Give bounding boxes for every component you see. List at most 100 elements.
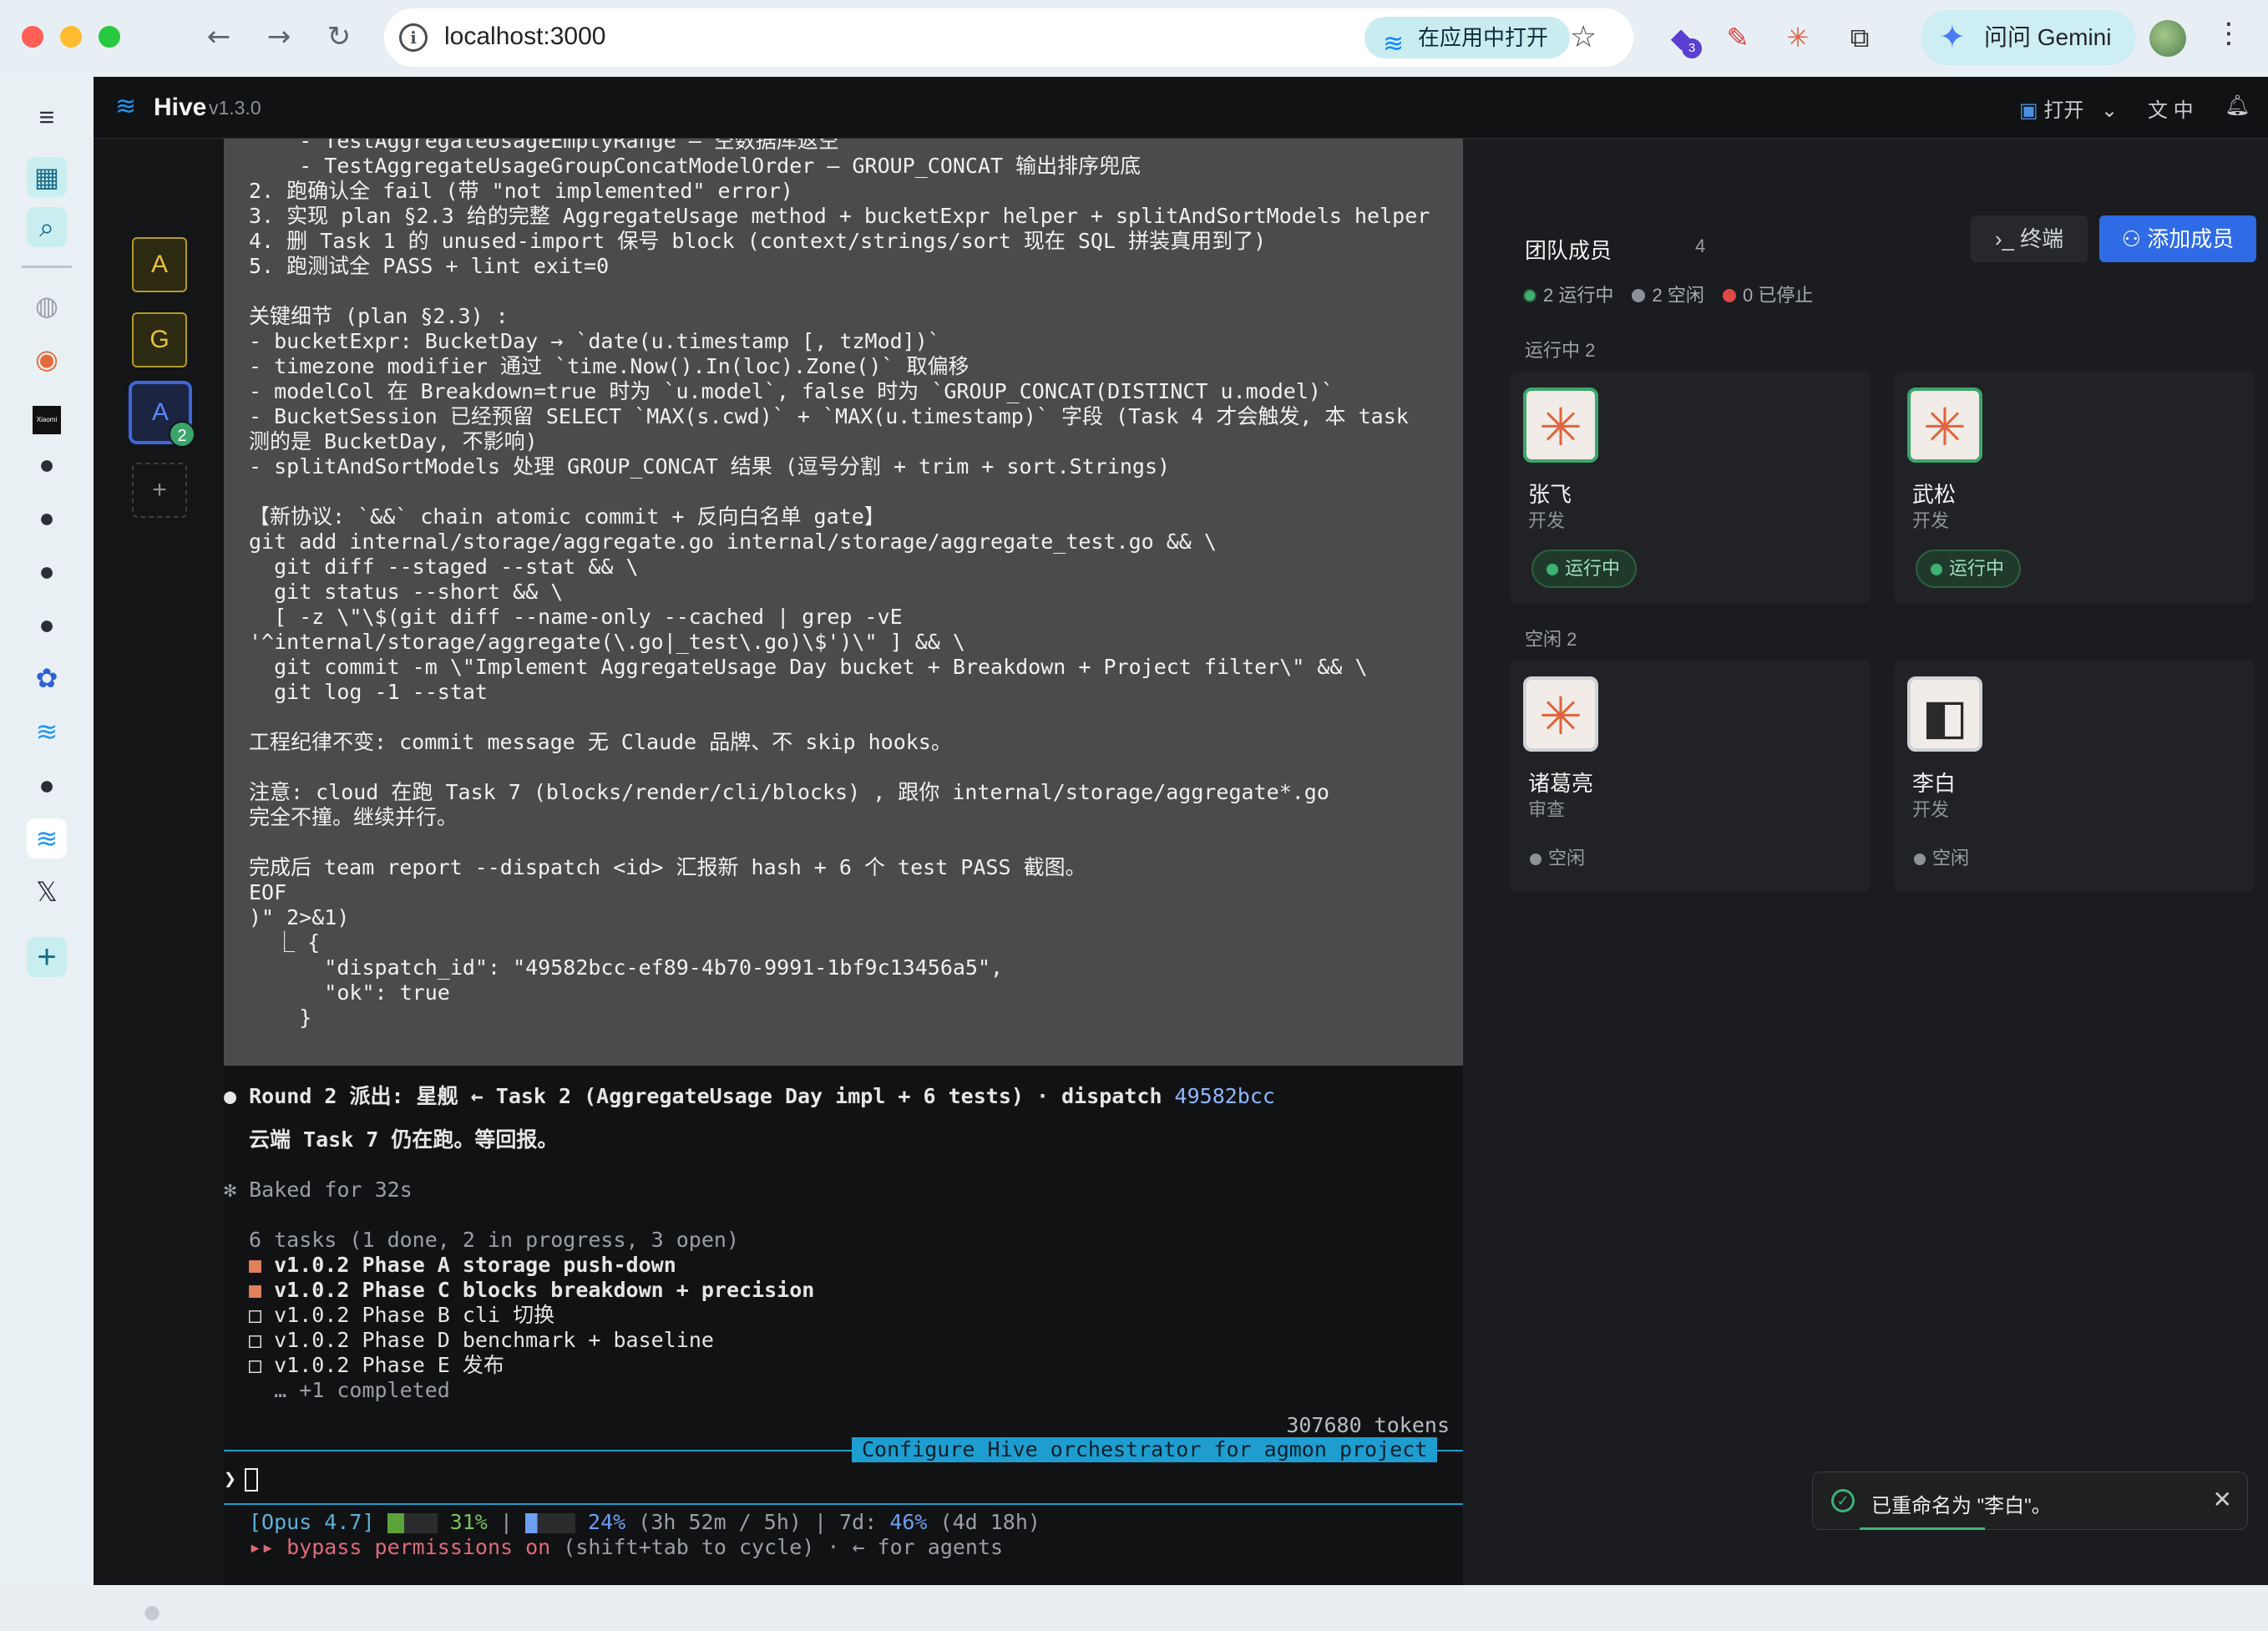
open-in-app-button[interactable]: ≋ 在应用中打开 xyxy=(1364,17,1571,58)
bell-icon[interactable]: 🔔︎ xyxy=(2225,94,2250,118)
usage-status-line: [Opus 4.7] 31% | 24% (3h 52m / 5h) | 7d:… xyxy=(249,1510,1040,1534)
github-tab-icon[interactable]: ● xyxy=(27,605,67,645)
xiaomi-tab-icon[interactable]: Xiaomi xyxy=(27,393,67,434)
chevron-down-icon: ⌄ xyxy=(2101,99,2119,122)
minimize-window-button[interactable] xyxy=(60,26,82,48)
add-workspace-button[interactable]: + xyxy=(132,463,187,518)
github-icon[interactable]: ● xyxy=(142,1593,162,1631)
claude-burst-icon: ✳ xyxy=(1523,387,1598,463)
reload-icon[interactable]: ↻ xyxy=(321,18,357,55)
codex-square-icon: ◧ xyxy=(1907,676,1982,752)
toast-message: 已重命名为 "李白"。 xyxy=(1871,1495,2052,1517)
forward-icon[interactable]: → xyxy=(261,18,297,55)
rename-toast: ✓ 已重命名为 "李白"。 ✕ xyxy=(1812,1471,2248,1530)
tab-search-icon[interactable]: ⌕ xyxy=(27,207,67,247)
site-info-icon[interactable]: i xyxy=(399,23,428,52)
github-tab-icon[interactable]: ● xyxy=(27,444,67,484)
task-item: □ v1.0.2 Phase D benchmark + baseline xyxy=(249,1328,714,1352)
extension-icon[interactable]: ◆ 3 xyxy=(1662,18,1702,58)
workspace-badge: 2 xyxy=(169,421,195,448)
ask-gemini-button[interactable]: ✦ 问问 Gemini xyxy=(1921,10,2136,65)
member-role: 开发 xyxy=(1912,799,1950,820)
member-card[interactable]: ✳ 武松 开发 运行中 xyxy=(1894,371,2255,603)
profile-avatar[interactable] xyxy=(2149,20,2186,57)
dispatch-hash: 49582bcc xyxy=(1174,1084,1275,1108)
terminal-button[interactable]: ›_ 终端 xyxy=(1971,215,2088,262)
gemini-spark-icon: ✦ xyxy=(1939,20,1966,55)
hive-tab-icon[interactable]: ≋ xyxy=(27,712,67,752)
close-toast-icon[interactable]: ✕ xyxy=(2213,1486,2232,1513)
add-user-icon: ⚇ xyxy=(2121,226,2142,251)
bookmark-star-icon[interactable]: ☆ xyxy=(1570,19,1597,54)
status-badge: 空闲 xyxy=(1914,843,1969,870)
token-count: 307680 tokens xyxy=(1286,1413,1450,1437)
workspace-sidebar: A G A2 + ● xyxy=(94,139,224,1630)
terminal[interactable]: - TestAggregateUsageEmptyRange — 空数据库返空 … xyxy=(224,139,1463,1585)
status-badge: 运行中 xyxy=(1531,550,1638,588)
status-summary: 2 运行中 2 空闲 0 已停止 xyxy=(1523,281,1813,307)
language-label: 中 xyxy=(2173,99,2194,122)
globe-tab-icon[interactable]: ◍ xyxy=(27,286,67,326)
claude-extension-icon[interactable]: ✳ xyxy=(1779,18,1817,57)
browser-toolbar: ← → ↻ i localhost:3000 ≋ 在应用中打开 ☆ ◆ 3 ✎ ✳… xyxy=(0,0,2268,77)
github-tab-icon[interactable]: ● xyxy=(27,765,67,805)
stopped-stat: 0 已停止 xyxy=(1722,285,1813,306)
workspace-letter: A xyxy=(151,398,169,426)
open-button[interactable]: ▣ 打开 ⌄ xyxy=(2019,94,2118,123)
member-card[interactable]: ✳ 诸葛亮 审查 空闲 xyxy=(1510,660,1871,892)
url-text[interactable]: localhost:3000 xyxy=(444,23,605,51)
round-line: ● Round 2 派出: 星舰 ← Task 2 (AggregateUsag… xyxy=(224,1084,1275,1108)
hive-active-tab-icon[interactable]: ≋ xyxy=(27,818,67,859)
running-stat: 2 运行中 xyxy=(1523,285,1613,306)
session-usage-bar xyxy=(524,1513,575,1533)
rail-divider xyxy=(22,266,72,268)
language-toggle[interactable]: 文 中 xyxy=(2148,94,2194,123)
workspace-letter: G xyxy=(149,326,170,353)
baked-line: ✻ Baked for 32s xyxy=(224,1178,413,1202)
task-item: ■ v1.0.2 Phase A storage push-down xyxy=(249,1253,676,1277)
workspace-a[interactable]: A xyxy=(132,237,187,292)
prompt-divider xyxy=(224,1503,1463,1505)
cloud-line: 云端 Task 7 仍在跑。等回报。 xyxy=(249,1127,559,1152)
add-member-button[interactable]: ⚇ 添加成员 xyxy=(2099,215,2256,262)
extensions-puzzle-icon[interactable]: ⧉ xyxy=(1840,18,1879,57)
member-name: 诸葛亮 xyxy=(1528,771,1594,796)
tab-groups-icon[interactable]: ▦ xyxy=(27,157,67,197)
back-icon[interactable]: ← xyxy=(200,18,237,55)
collapse-sidebar-icon[interactable]: ≡ xyxy=(27,97,67,137)
running-section-label: 运行中 2 xyxy=(1525,340,1596,361)
address-bar[interactable]: i localhost:3000 ≋ 在应用中打开 ☆ xyxy=(384,8,1633,67)
browser-side-rail: ≡ ▦ ⌕ ◍ ◉ Xiaomi ● ● ● ● ✿ ≋ ● ≋ 𝕏 + xyxy=(0,77,94,1585)
member-name: 武松 xyxy=(1912,482,1957,507)
add-member-label: 添加成员 xyxy=(2147,226,2235,251)
terminal-button-label: 终端 xyxy=(2020,226,2064,251)
github-tab-icon[interactable]: ● xyxy=(27,498,67,538)
x-tab-icon[interactable]: 𝕏 xyxy=(27,872,67,912)
close-window-button[interactable] xyxy=(22,26,43,48)
claude-burst-icon: ✳ xyxy=(1907,387,1982,463)
team-title: 团队成员 xyxy=(1525,238,1612,263)
new-tab-icon[interactable]: + xyxy=(27,937,67,977)
browser-menu-icon[interactable]: ⋮ xyxy=(2215,17,2243,50)
session-title: Configure Hive orchestrator for agmon pr… xyxy=(852,1437,1438,1462)
baidu-tab-icon[interactable]: ✿ xyxy=(27,658,67,698)
member-role: 开发 xyxy=(1912,510,1950,531)
open-icon: ▣ xyxy=(2019,99,2038,122)
workspace-g[interactable]: G xyxy=(132,312,187,367)
color-picker-extension-icon[interactable]: ✎ xyxy=(1719,18,1757,57)
workspace-a-active[interactable]: A2 xyxy=(129,381,195,448)
prompt-input[interactable]: ❯ xyxy=(224,1466,259,1492)
status-badge: 空闲 xyxy=(1530,843,1585,870)
task-item: □ v1.0.2 Phase E 发布 xyxy=(249,1353,504,1377)
member-card[interactable]: ✳ 张飞 开发 运行中 xyxy=(1510,371,1871,603)
palette-tab-icon[interactable]: ◉ xyxy=(27,339,67,379)
maximize-window-button[interactable] xyxy=(99,26,120,48)
github-tab-icon[interactable]: ● xyxy=(27,551,67,591)
task-item: ■ v1.0.2 Phase C blocks breakdown + prec… xyxy=(249,1278,815,1302)
app-name: Hive xyxy=(154,94,207,121)
member-card[interactable]: ◧ 李白 开发 空闲 xyxy=(1894,660,2255,892)
tool-call-output: - TestAggregateUsageEmptyRange — 空数据库返空 … xyxy=(224,139,1463,1066)
claude-burst-icon: ✳ xyxy=(1523,676,1598,752)
idle-stat: 2 空闲 xyxy=(1632,285,1704,306)
translate-icon: 文 xyxy=(2148,99,2168,122)
